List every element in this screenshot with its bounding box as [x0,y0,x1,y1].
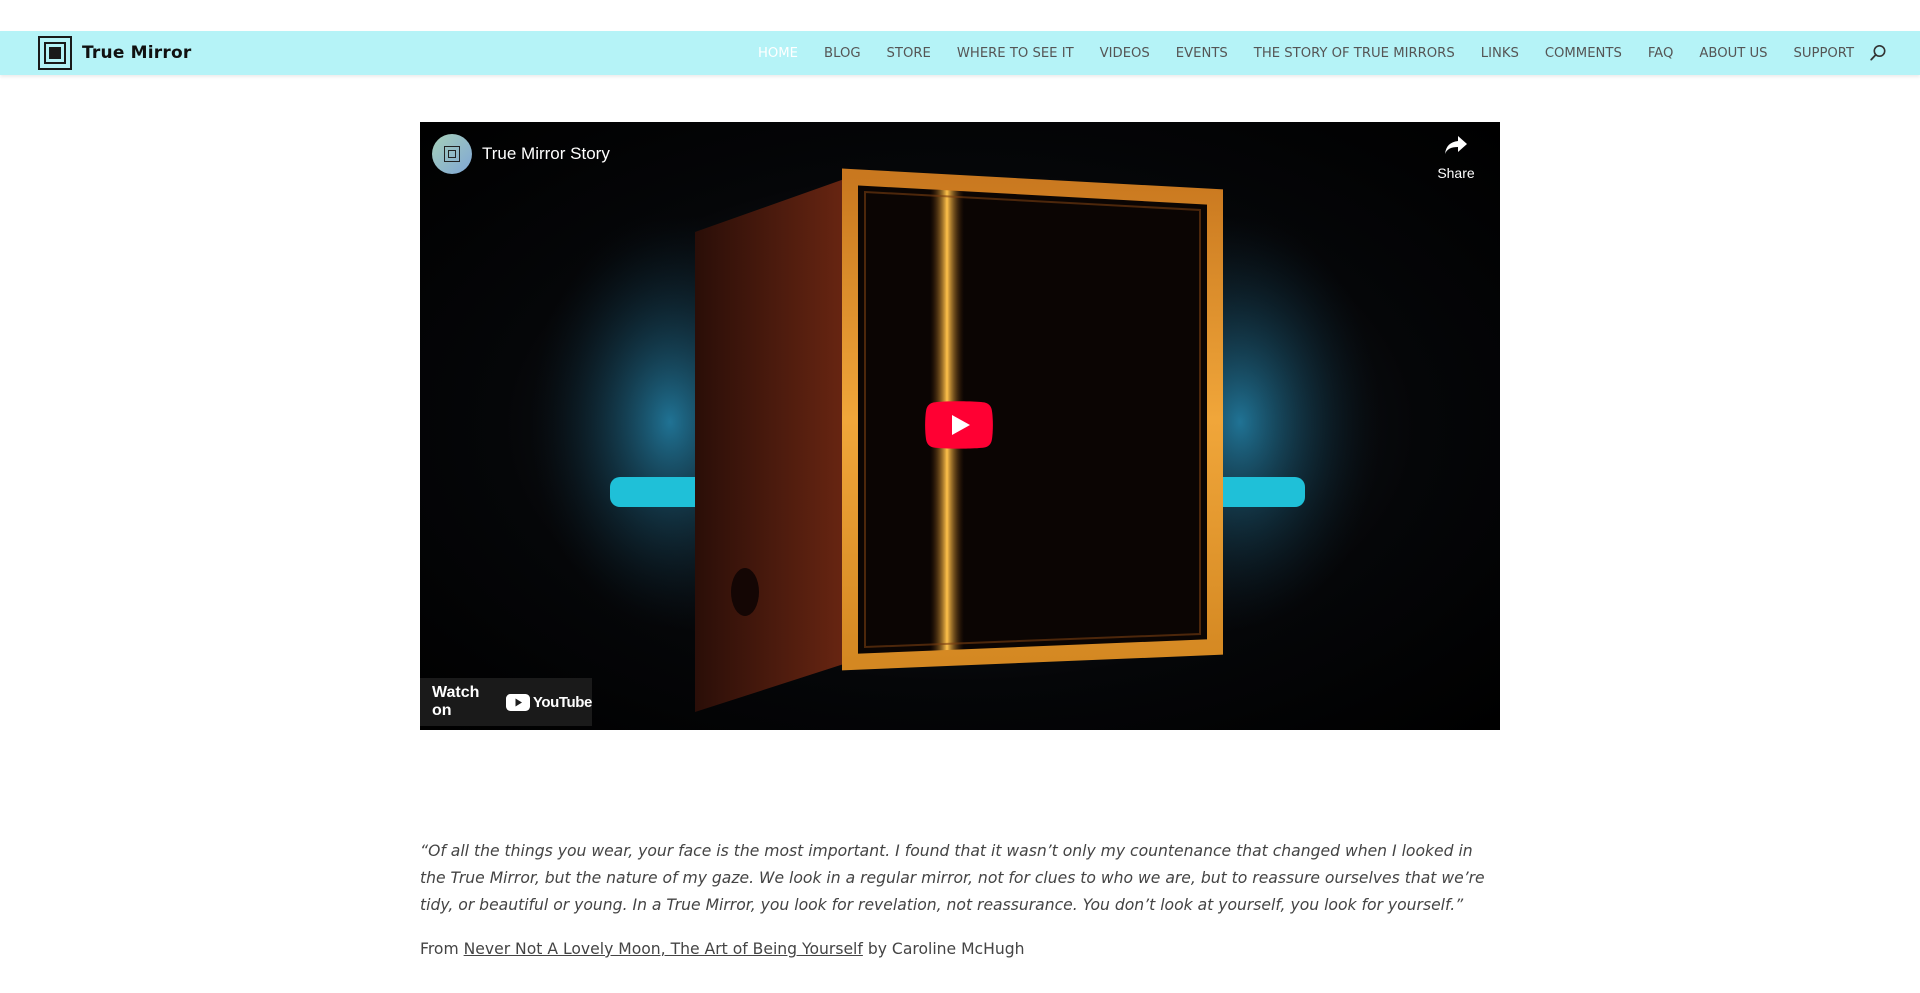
main-nav: HOME BLOG STORE WHERE TO SEE IT VIDEOS E… [758,31,1880,75]
watch-on-label: Watch on [432,684,480,719]
video-embed[interactable]: True Mirror Story Share Watch on YouTube [420,122,1500,730]
site-logo[interactable]: True Mirror [38,36,191,70]
source-author: by Caroline McHugh [867,940,1025,958]
channel-logo-icon [444,146,460,162]
nav-item-links[interactable]: LINKS [1481,46,1519,61]
nav-item-home[interactable]: HOME [758,46,798,61]
quote-text: “Of all the things you wear, your face i… [420,842,1485,914]
share-label: Share [1437,165,1475,181]
nav-item-story[interactable]: THE STORY OF TRUE MIRRORS [1254,46,1455,61]
logo-mark-icon [38,36,72,70]
youtube-play-icon [505,693,530,711]
source-prefix: From [420,940,459,958]
nav-item-events[interactable]: EVENTS [1176,46,1228,61]
share-icon [1445,136,1467,154]
play-button[interactable] [925,401,993,449]
nav-item-about-us[interactable]: ABOUT US [1699,46,1767,61]
book-title-link[interactable]: Never Not A Lovely Moon, The Art of Bein… [464,940,863,958]
watch-on-youtube-button[interactable]: Watch on YouTube [420,678,592,726]
search-icon[interactable] [1869,44,1887,62]
nav-item-where-to-see-it[interactable]: WHERE TO SEE IT [957,46,1074,61]
video-title[interactable]: True Mirror Story [482,144,610,164]
quote-source: From Never Not A Lovely Moon, The Art of… [420,936,1500,963]
share-button[interactable]: Share [1428,134,1484,181]
nav-item-blog[interactable]: BLOG [824,46,861,61]
nav-item-videos[interactable]: VIDEOS [1100,46,1150,61]
youtube-wordmark: YouTube [532,693,593,711]
nav-item-store[interactable]: STORE [887,46,931,61]
channel-avatar[interactable] [432,134,472,174]
nav-item-faq[interactable]: FAQ [1648,46,1674,61]
nav-item-support[interactable]: SUPPORT [1794,46,1855,61]
nav-item-comments[interactable]: COMMENTS [1545,46,1622,61]
youtube-logo: YouTube [505,693,593,711]
site-header: True Mirror HOME BLOG STORE WHERE TO SEE… [0,31,1920,75]
logo-text: True Mirror [82,43,192,63]
